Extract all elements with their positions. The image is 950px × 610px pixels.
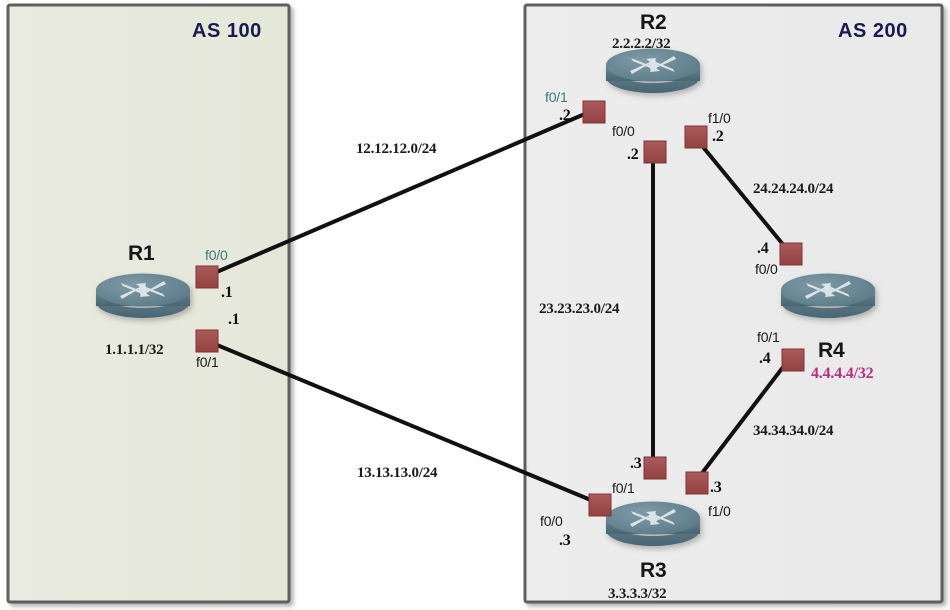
diagram-canvas — [6, 3, 944, 604]
network-diagram: AS 100 AS 200 R1 1.1.1.1/32 R2 2.2.2.2/3… — [0, 0, 950, 610]
iface-label-r1-f00: f0/0 — [205, 247, 228, 263]
iface-square-r4-f01 — [781, 348, 805, 372]
iface-octet-r3-f10: .3 — [710, 479, 722, 496]
router-loopback-r4: 4.4.4.4/32 — [811, 365, 874, 382]
iface-square-r3-f10 — [685, 471, 709, 495]
router-name-r3: R3 — [640, 559, 667, 582]
router-r1-shape[interactable] — [96, 273, 190, 318]
as-label-as100: AS 100 — [192, 20, 262, 42]
iface-label-r3-f10: f1/0 — [708, 503, 731, 519]
iface-octet-r2-f01: .2 — [559, 107, 571, 124]
iface-label-r2-f01: f0/1 — [545, 89, 568, 105]
router-name-r1: R1 — [128, 242, 155, 265]
iface-octet-r3-f01: .3 — [630, 455, 642, 472]
iface-square-r2-f01 — [582, 100, 606, 124]
iface-square-r3-f00 — [588, 493, 612, 517]
network-label-23: 23.23.23.0/24 — [539, 301, 620, 317]
iface-octet-r4-f01: .4 — [759, 350, 771, 367]
iface-square-r1-f01 — [195, 329, 219, 353]
router-name-r2: R2 — [640, 11, 667, 34]
iface-square-r1-f00 — [195, 265, 219, 289]
router-loopback-r3: 3.3.3.3/32 — [608, 586, 667, 602]
router-loopback-r1: 1.1.1.1/32 — [105, 342, 164, 358]
iface-square-r4-f00 — [779, 242, 803, 266]
iface-octet-r3-f00: .3 — [559, 532, 571, 549]
router-loopback-r2: 2.2.2.2/32 — [612, 36, 671, 52]
network-label-34: 34.34.34.0/24 — [753, 423, 834, 439]
iface-label-r4-f01: f0/1 — [757, 329, 780, 345]
iface-label-r2-f10: f1/0 — [708, 110, 731, 126]
router-r4-shape[interactable] — [781, 273, 875, 319]
iface-octet-r4-f00: .4 — [757, 240, 769, 257]
iface-label-r3-f00: f0/0 — [540, 513, 563, 529]
iface-octet-r1-f01: .1 — [228, 311, 240, 328]
router-name-r4: R4 — [818, 339, 845, 362]
iface-octet-r2-f00: .2 — [627, 146, 639, 163]
iface-octet-r2-f10: .2 — [712, 128, 724, 145]
iface-square-r2-f10 — [684, 125, 708, 149]
network-label-24: 24.24.24.0/24 — [753, 181, 834, 197]
router-r3-shape[interactable] — [606, 501, 700, 547]
iface-octet-r1-f00: .1 — [221, 284, 233, 301]
iface-square-r3-f01 — [643, 456, 667, 480]
network-label-13: 13.13.13.0/24 — [357, 465, 438, 481]
iface-label-r4-f00: f0/0 — [755, 261, 778, 277]
iface-label-r1-f01: f0/1 — [196, 354, 219, 370]
as-label-as200: AS 200 — [838, 20, 908, 42]
router-r2-shape[interactable] — [606, 48, 700, 94]
iface-label-r3-f01: f0/1 — [612, 480, 635, 496]
network-label-12: 12.12.12.0/24 — [356, 141, 437, 157]
iface-square-r2-f00 — [643, 140, 667, 164]
iface-label-r2-f00: f0/0 — [612, 123, 635, 139]
